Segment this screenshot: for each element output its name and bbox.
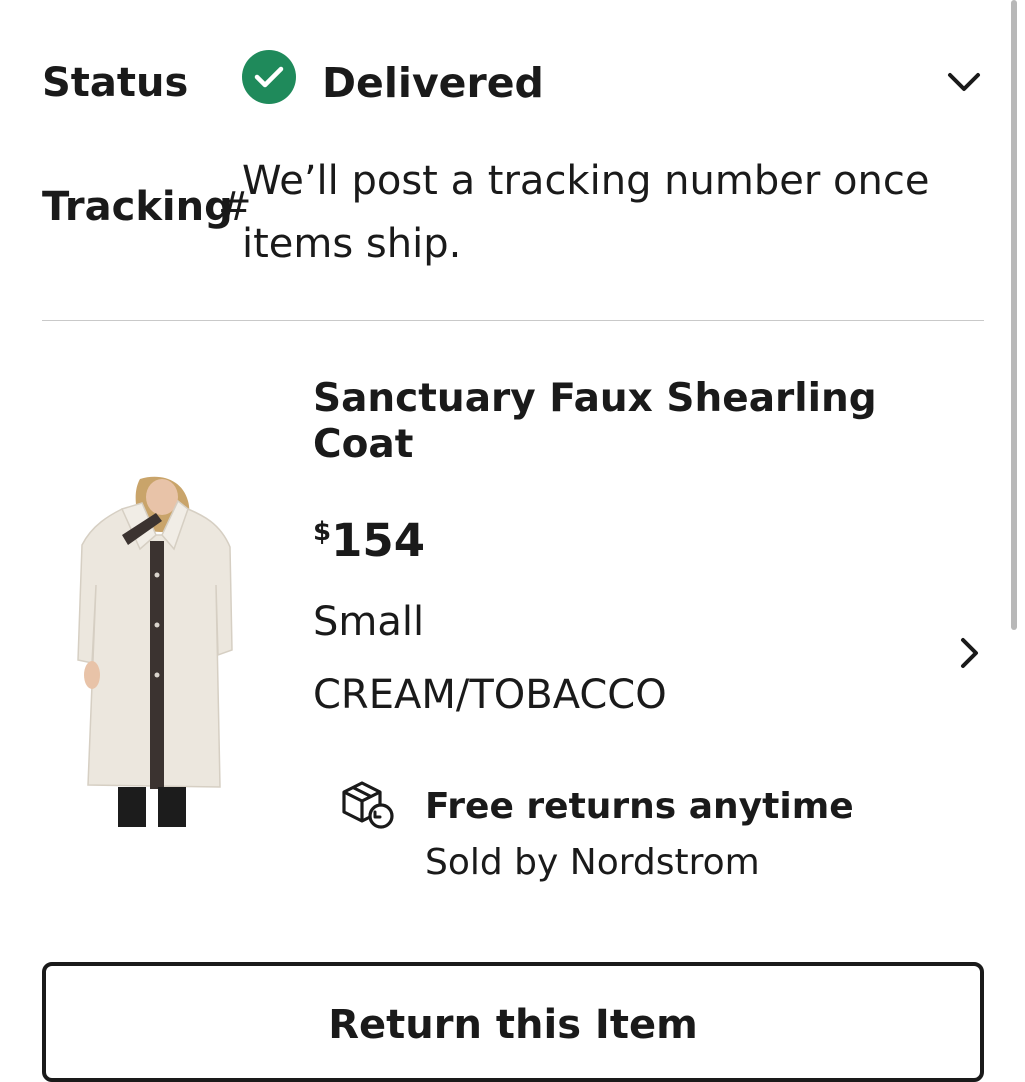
price-currency: $ (313, 517, 332, 547)
status-value: Delivered (322, 59, 544, 107)
return-item-button[interactable]: Return this Item (42, 962, 984, 1082)
divider (42, 320, 984, 321)
sold-by-text: Sold by Nordstrom (425, 842, 760, 883)
tracking-note: We’ll post a tracking number once items … (242, 158, 930, 267)
price-amount: 154 (331, 514, 426, 567)
product-color: CREAM/TOBACCO (313, 672, 667, 718)
status-label: Status (42, 60, 189, 106)
tracking-label: Tracking (42, 184, 233, 230)
return-item-label: Return this Item (328, 1002, 698, 1048)
product-name[interactable]: Sanctuary Faux Shearling Coat (313, 376, 913, 468)
check-circle-icon (242, 50, 296, 104)
free-returns-text: Free returns anytime (425, 786, 854, 827)
product-image-coat[interactable] (70, 475, 240, 830)
chevron-down-icon[interactable] (944, 68, 984, 98)
product-size: Small (313, 599, 425, 645)
chevron-right-icon[interactable] (958, 635, 982, 671)
package-return-icon (340, 778, 396, 832)
scrollbar[interactable] (1011, 0, 1017, 630)
product-price: $154 (313, 505, 425, 578)
